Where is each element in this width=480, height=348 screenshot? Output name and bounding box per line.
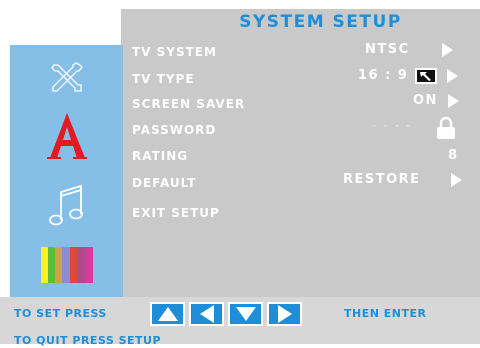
left-button[interactable] xyxy=(189,302,224,326)
tv-system-value: NTSC xyxy=(365,42,410,57)
font-a-icon xyxy=(46,113,87,159)
set-instruction: TO SET PRESS xyxy=(14,307,107,320)
tv-system-arrow-icon[interactable] xyxy=(442,43,453,57)
lock-icon xyxy=(437,117,455,139)
up-arrow-icon xyxy=(157,307,178,321)
left-arrow-icon xyxy=(199,305,214,323)
tv-type-arrow-icon[interactable] xyxy=(447,69,458,83)
sidebar-item-video[interactable] xyxy=(10,241,123,289)
enter-instruction: THEN ENTER xyxy=(344,307,427,320)
sidebar-item-audio[interactable] xyxy=(10,170,123,240)
aspect-ratio-icon xyxy=(415,68,437,84)
menu-item-rating[interactable]: RATING xyxy=(132,148,188,164)
menu-item-screen-saver[interactable]: SCREEN SAVER xyxy=(132,96,245,112)
default-value: RESTORE xyxy=(343,172,421,187)
footer-bar: TO SET PRESS THEN ENTER TO QUIT PRESS SE… xyxy=(0,297,480,347)
menu-item-tv-type[interactable]: TV TYPE xyxy=(132,71,195,87)
sidebar-item-general[interactable] xyxy=(10,53,123,103)
music-note-icon xyxy=(48,184,83,226)
color-bars-icon xyxy=(40,247,93,283)
menu-item-password[interactable]: PASSWORD xyxy=(132,122,216,138)
password-value: - - - - xyxy=(372,119,413,132)
page-title: SYSTEM SETUP xyxy=(239,12,402,32)
default-arrow-icon[interactable] xyxy=(451,173,462,187)
screen-saver-value: ON xyxy=(413,93,438,108)
down-button[interactable] xyxy=(228,302,263,326)
up-button[interactable] xyxy=(150,302,185,326)
sidebar-item-language[interactable] xyxy=(10,105,123,167)
menu-item-default[interactable]: DEFAULT xyxy=(132,175,197,191)
menu-item-tv-system[interactable]: TV SYSTEM xyxy=(132,44,217,60)
right-arrow-icon xyxy=(277,305,292,323)
quit-instruction: TO QUIT PRESS SETUP xyxy=(14,334,162,347)
screen-saver-arrow-icon[interactable] xyxy=(448,94,459,108)
tv-type-value: 16 : 9 xyxy=(358,68,409,83)
menu-item-exit-setup[interactable]: EXIT SETUP xyxy=(132,205,220,221)
right-button[interactable] xyxy=(267,302,302,326)
sidebar xyxy=(10,45,123,297)
down-arrow-icon xyxy=(235,307,256,321)
rating-value: 8 xyxy=(448,148,459,163)
tools-icon xyxy=(50,62,83,92)
